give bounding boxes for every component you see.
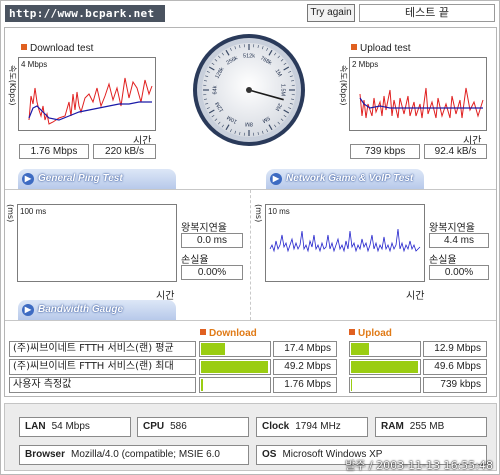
game-graph: 10 ms [265,204,425,282]
ping-scale: 100 ms [20,207,47,216]
bandwidth-upload-header: Upload [349,328,392,339]
download-title: Download test [21,43,93,54]
arrow-right-icon: ▶ [22,173,34,185]
upload-bar-value: 739 kbps [423,377,487,393]
game-loss-label: 손실율 [429,255,457,266]
ping-loss-value: 0.00% [181,265,243,280]
ram-value: 255 MB [409,421,445,432]
upload-bar-value: 12.9 Mbps [423,341,487,357]
download-bar-fill [201,361,268,373]
game-latency-line [269,228,421,253]
upload-bar [349,377,421,393]
upload-bar-fill [351,343,369,355]
clock-info: Clock 1794 MHz [256,417,368,437]
try-again-button[interactable]: Try again [307,4,355,22]
tab-network-game-label: Network Game & VoIP Test [286,173,414,184]
gauge-label: 8M [245,121,253,127]
upload-bar-fill [351,361,418,373]
download-bar [199,341,271,357]
browser-label: Browser [25,449,66,460]
bandwidth-row-name: (주)씨브이네트 FTTH 서비스(랜) 최대 [9,359,196,375]
download-mbps-value: 1.76 Mbps [19,144,89,159]
clock-label: Clock [262,421,290,432]
ping-graph: 100 ms [17,204,177,282]
lan-info: LAN 54 Mbps [19,417,131,437]
test-status: 테스트 끝 [359,4,495,22]
game-y-label: (ms) [254,204,263,223]
upload-bar [349,341,421,357]
download-bar-value: 1.76 Mbps [273,377,337,393]
ping-rtt-label: 왕복지연율 [181,223,227,234]
upload-speed-line [359,87,484,119]
browser-info: Browser Mozilla/4.0 (compatible; MSIE 6.0 [19,445,249,465]
game-x-label: 시간 [406,291,425,302]
gauge-label: 64k [212,85,218,94]
download-bar-fill [201,379,203,391]
arrow-right-icon: ▶ [22,304,34,316]
tab-network-game[interactable]: ▶ Network Game & VoIP Test [266,169,424,189]
ram-label: RAM [381,421,404,432]
game-scale: 10 ms [268,207,290,216]
timestamp-watermark: 발주 / 2003-11-13 16:55:48 [345,459,493,472]
tab-bandwidth-gauge[interactable]: ▶ Bandwidth Gauge [18,300,176,320]
download-kbs-value: 220 kB/s [93,144,156,159]
os-label: OS [262,449,277,460]
gauge-label: 512k [243,53,255,59]
speed-test-window: http://www.bcpark.net Try again 테스트 끝 Do… [0,0,500,475]
clock-value: 1794 MHz [295,421,341,432]
speed-gauge: 128k256k 512k 768k1M1.5M2M5M8M10M12M64k [193,34,305,146]
download-graph: 4 Mbps [18,57,156,131]
gauge-hub [246,87,252,93]
game-loss-value: 0.00% [429,265,489,280]
download-bar-value: 49.2 Mbps [273,359,337,375]
section-divider [5,320,496,321]
download-bar [199,359,271,375]
upload-title: Upload test [351,43,411,54]
site-url[interactable]: http://www.bcpark.net [5,5,165,22]
upload-scale: 2 Mbps [352,60,379,69]
upload-y-label: 속도(Kbps) [339,65,348,106]
lan-value: 54 Mbps [51,421,90,432]
bandwidth-row-name: 사용자 측정값 [9,377,196,393]
download-bar-value: 17.4 Mbps [273,341,337,357]
ping-loss-label: 손실율 [181,255,209,266]
ram-info: RAM 255 MB [375,417,487,437]
browser-value: Mozilla/4.0 (compatible; MSIE 6.0 [71,449,220,460]
game-rtt-label: 왕복지연율 [429,223,475,234]
gauge-label: 1.5M [280,84,286,97]
game-rtt-value: 4.4 ms [429,233,489,248]
ping-rtt-value: 0.0 ms [181,233,243,248]
upload-bar-value: 49.6 Mbps [423,359,487,375]
ping-y-label: (ms) [6,204,15,223]
download-y-label: 속도(Kbps) [8,65,17,106]
tab-general-ping[interactable]: ▶ General Ping Test [18,169,176,189]
column-divider [250,190,251,320]
tab-bandwidth-gauge-label: Bandwidth Gauge [38,304,123,315]
download-bar [199,377,271,393]
arrow-right-icon: ▶ [270,173,282,185]
game-plot [269,228,421,253]
cpu-info: CPU 586 [137,417,249,437]
bandwidth-download-header: Download [200,328,257,339]
lan-label: LAN [25,421,46,432]
upload-bar [349,359,421,375]
tab-general-ping-label: General Ping Test [38,173,123,184]
upload-kbs-value: 92.4 kB/s [424,144,487,159]
bandwidth-row-name: (주)씨브이네트 FTTH 서비스(랜) 평균 [9,341,196,357]
upload-kbps-value: 739 kbps [350,144,420,159]
download-bar-fill [201,343,225,355]
upload-bar-fill [351,379,352,391]
download-scale: 4 Mbps [21,60,48,69]
cpu-value: 586 [170,421,187,432]
cpu-label: CPU [143,421,165,432]
upload-graph: 2 Mbps [349,57,487,131]
